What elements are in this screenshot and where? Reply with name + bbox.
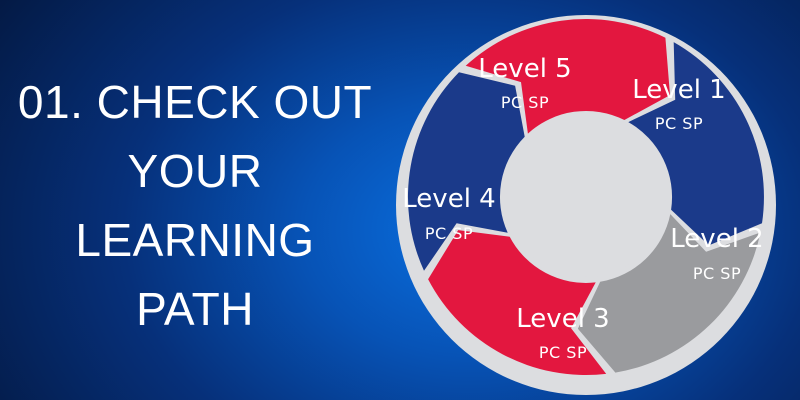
level-3-label: PC SP [539,343,587,362]
cycle-diagram: Level 1 PC SP Level 2 PC SP Level 3 PC S… [396,15,776,395]
level-4-label: PC SP [425,224,473,243]
level-1-label: PC SP [655,114,703,133]
slide: 01. CHECK OUT YOUR LEARNING PATH Level 1… [0,0,800,400]
level-5-label: PC SP [501,93,549,112]
level-4-title: Level 4 [402,184,495,214]
level-5-title: Level 5 [478,54,571,84]
level-3-title: Level 3 [516,304,609,334]
level-1-title: Level 1 [632,75,725,105]
level-2-label: PC SP [693,264,741,283]
center-circle [506,117,666,277]
level-2-title: Level 2 [670,224,763,254]
